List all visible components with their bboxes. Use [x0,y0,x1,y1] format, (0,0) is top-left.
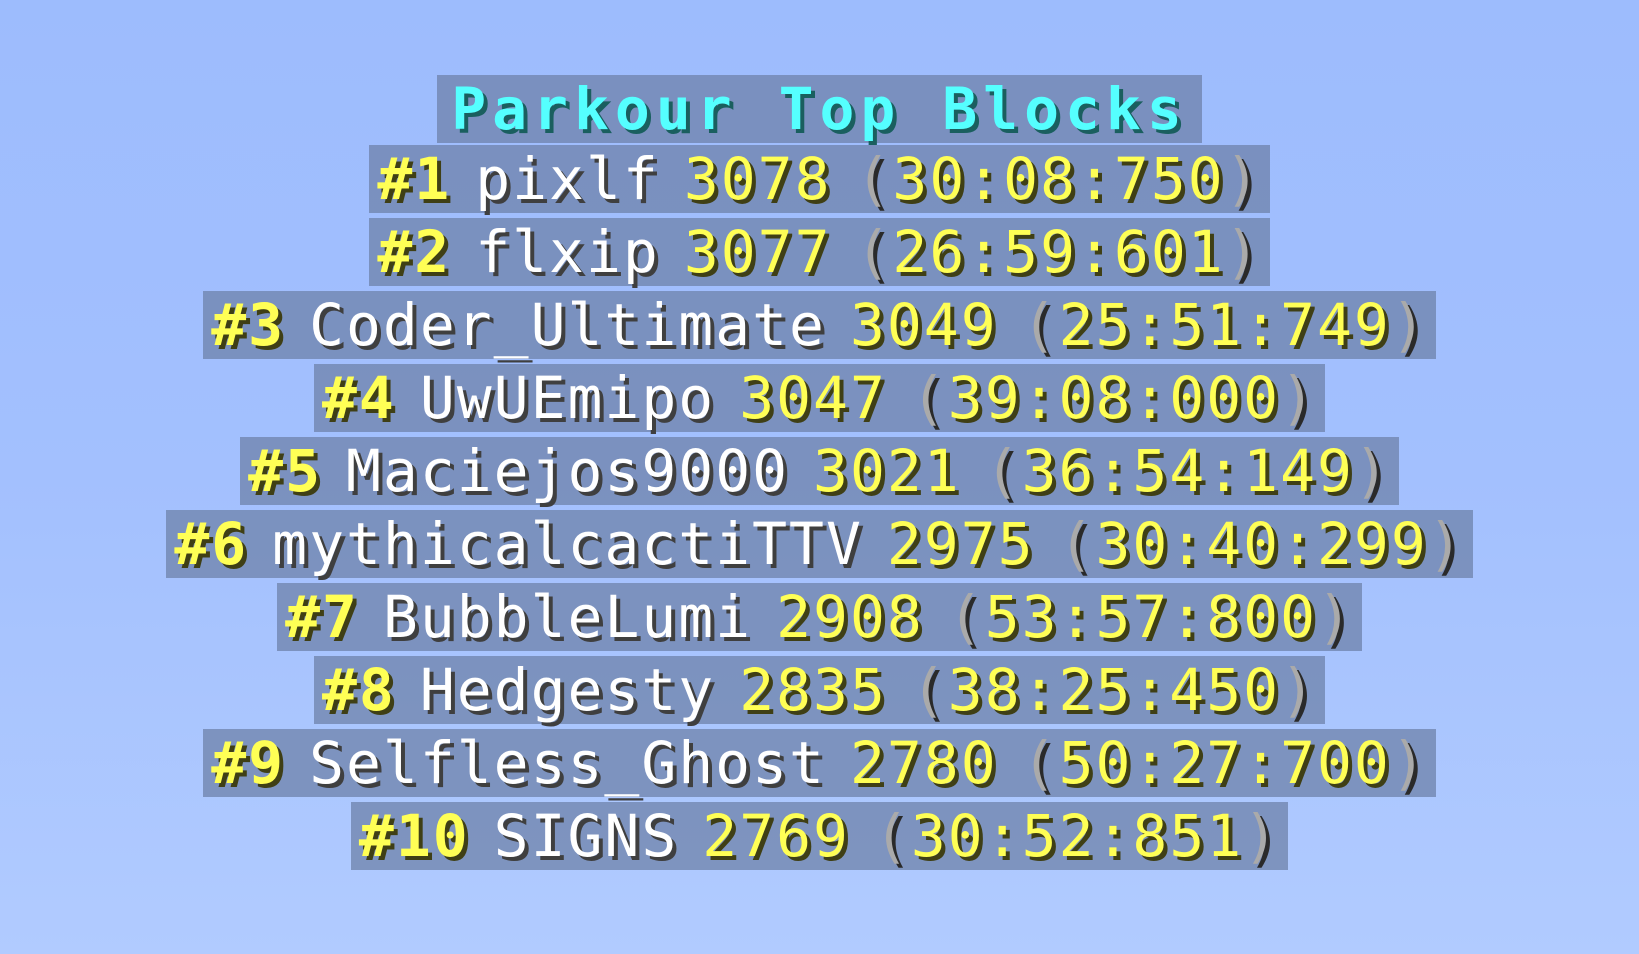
entry-time-open-paren: ( [873,802,911,870]
entry-time-close-paren: ) [1224,218,1262,286]
entry-player-name: BubbleLumi [382,583,753,651]
entry-time-close-paren: ) [1317,583,1354,651]
leaderboard-entry-1: #1 pixlf 3078 (30:08:750) [369,145,1270,213]
entry-score: 3049 [849,291,998,359]
entry-time-open-paren: ( [1058,510,1096,578]
entry-time-close-paren: ) [1427,510,1465,578]
entry-time-close-paren: ) [1243,802,1281,870]
entry-rank: #1 [377,145,452,213]
leaderboard-entry-5: #5 Maciejos9000 3021 (36:54:149) [240,437,1399,505]
entry-time: 39:08:000 [947,364,1281,432]
leaderboard-entry-7: #7 BubbleLumi 2908 (53:57:800) [277,583,1362,651]
entry-time-open-paren: ( [1021,291,1059,359]
entry-player-name: Selfless_Ghost [309,729,826,797]
entry-time-open-paren: ( [910,364,948,432]
entry-time-open-paren: ( [910,656,948,724]
entry-player-name: Maciejos9000 [346,437,790,505]
entry-player-name: UwUEmipo [419,364,716,432]
entry-time: 30:40:299 [1095,510,1428,578]
entry-score: 3047 [739,364,887,432]
entry-time-close-paren: ) [1224,145,1262,213]
entry-time-open-paren: ( [855,145,893,213]
entry-score: 2975 [886,510,1035,578]
entry-rank: #6 [174,510,249,578]
entry-rank: #3 [211,291,286,359]
entry-score: 3021 [813,437,961,505]
entry-rank: #4 [321,364,396,432]
entry-time: 50:27:700 [1058,729,1391,797]
entry-time-open-paren: ( [984,437,1022,505]
entry-player-name: flxip [475,218,660,286]
entry-time: 36:54:149 [1021,437,1354,505]
entry-time-close-paren: ) [1390,291,1428,359]
entry-rank: #7 [285,583,359,651]
parkour-leaderboard-hologram: Parkour Top Blocks #1 pixlf 3078 (30:08:750… [0,75,1639,875]
entry-player-name: Hedgesty [419,656,716,724]
leaderboard-entry-3: #3 Coder_Ultimate 3049 (25:51:749) [203,291,1436,359]
entry-score: 2780 [849,729,998,797]
leaderboard-entry-10: #10 SIGNS 2769 (30:52:851) [350,802,1289,870]
entry-rank: #10 [358,802,470,870]
entry-score: 2908 [776,583,924,651]
entry-rank: #2 [377,218,452,286]
entry-player-name: SIGNS [493,802,679,870]
entry-time: 38:25:450 [947,656,1281,724]
entry-time-close-paren: ) [1280,656,1317,724]
leaderboard-entry-2: #2 flxip 3077 (26:59:601) [369,218,1270,286]
entry-time-open-paren: ( [855,218,893,286]
entry-rank: #8 [321,656,396,724]
entry-time: 53:57:800 [984,583,1317,651]
entry-time-close-paren: ) [1280,364,1317,432]
entry-score: 2769 [702,802,850,870]
entry-player-name: Coder_Ultimate [309,291,826,359]
entry-score: 3078 [683,145,832,213]
entry-time-close-paren: ) [1390,729,1428,797]
entry-time-close-paren: ) [1353,437,1391,505]
entry-player-name: pixlf [475,145,660,213]
entry-time: 25:51:749 [1058,291,1391,359]
entry-score: 2835 [739,656,887,724]
entry-time: 30:52:851 [910,802,1244,870]
leaderboard-title: Parkour Top Blocks [437,75,1202,143]
entry-time: 30:08:750 [892,145,1225,213]
entry-rank: #5 [248,437,322,505]
entry-time-open-paren: ( [947,583,985,651]
leaderboard-entry-8: #8 Hedgesty 2835 (38:25:450) [313,656,1325,724]
leaderboard-entry-4: #4 UwUEmipo 3047 (39:08:000) [313,364,1325,432]
entry-player-name: mythicalcactiTTV [272,510,863,578]
entry-score: 3077 [683,218,832,286]
leaderboard-entry-9: #9 Selfless_Ghost 2780 (50:27:700) [203,729,1436,797]
leaderboard-entry-6: #6 mythicalcactiTTV 2975 (30:40:299) [166,510,1473,578]
entry-rank: #9 [211,729,286,797]
entry-time: 26:59:601 [892,218,1225,286]
entry-time-open-paren: ( [1021,729,1059,797]
